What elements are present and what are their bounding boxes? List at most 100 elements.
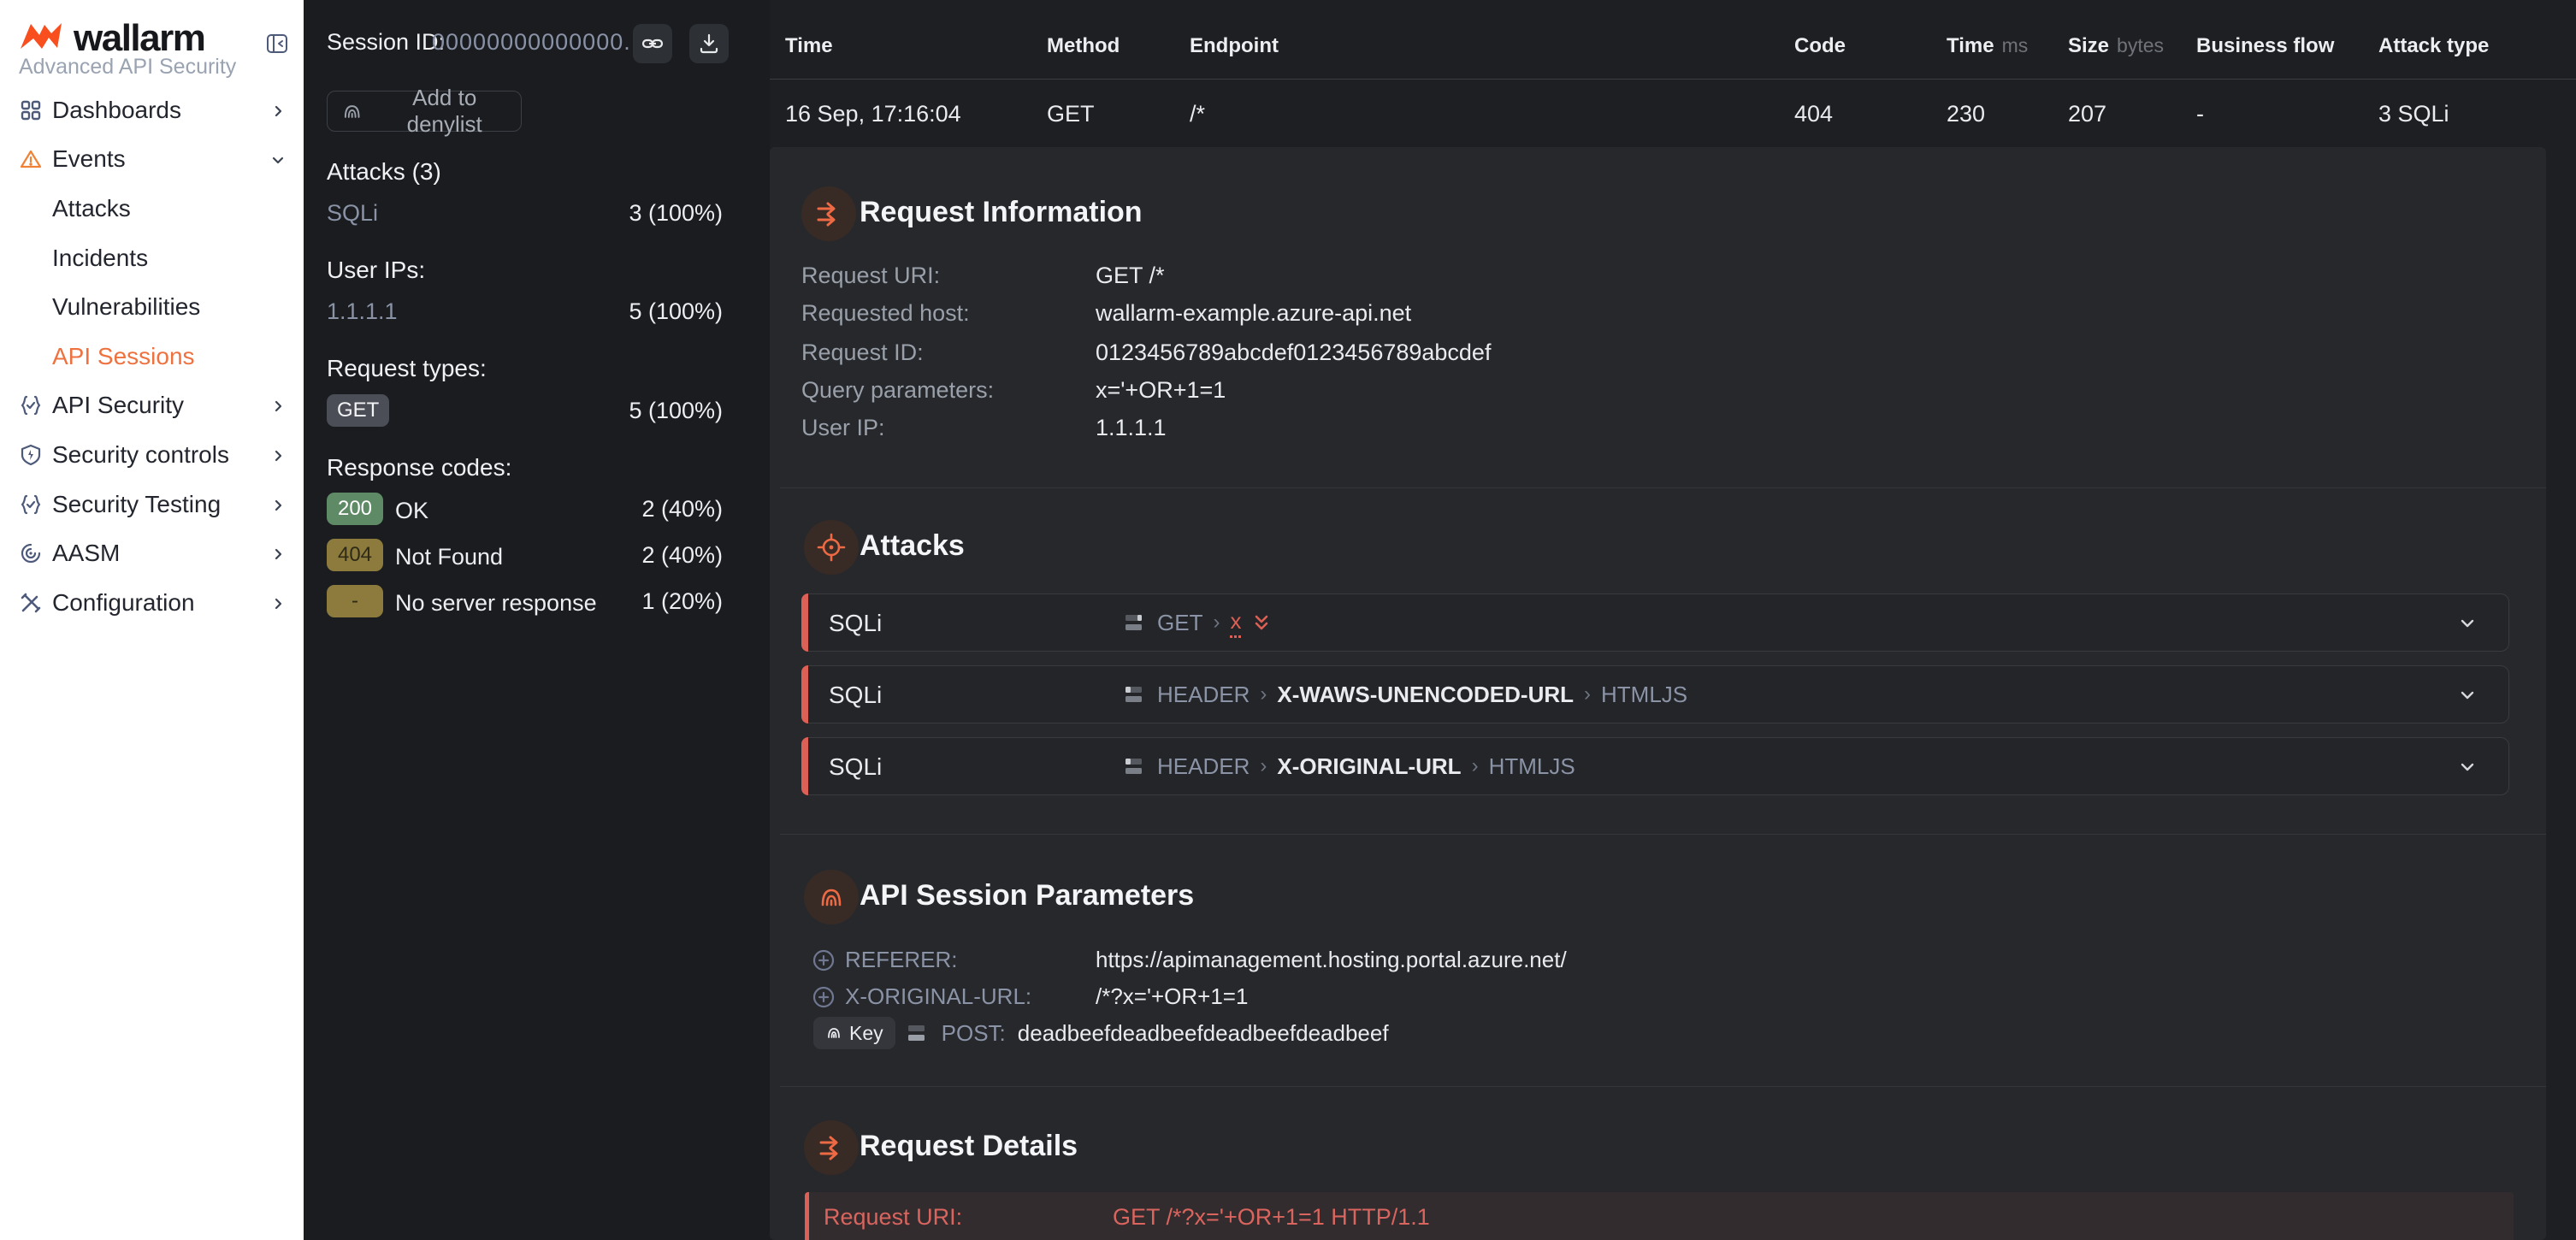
sidebar-item-security-testing[interactable]: Security Testing (0, 486, 304, 523)
response-code-row: - No server response 1 (20%) (327, 585, 723, 619)
cell-business-flow: - (2196, 101, 2204, 127)
field-value: GET /* (1096, 263, 1165, 289)
path-part: HTMLJS (1601, 682, 1687, 708)
payload-location-icon (1125, 612, 1147, 633)
attack-stat-row: SQLi 3 (100%) (327, 197, 723, 231)
sidebar-item-label: Events (52, 145, 126, 173)
sidebar-item-vulnerabilities[interactable]: Vulnerabilities (0, 288, 304, 326)
status-badge-200: 200 (327, 493, 383, 525)
col-code: Code (1794, 34, 1846, 58)
col-attack-type: Attack type (2378, 34, 2489, 58)
session-summary-panel: Session ID: 00000000000000... Add to den… (304, 0, 770, 1240)
plus-circle-icon[interactable] (812, 948, 836, 972)
copy-link-button[interactable] (633, 24, 672, 63)
field-label: Requested host: (801, 300, 970, 327)
path-separator: › (1584, 682, 1591, 706)
radar-icon (20, 542, 42, 564)
requests-main: Time Method Endpoint Code Timems Sizebyt… (770, 0, 2576, 1240)
col-method: Method (1047, 34, 1120, 58)
attack-type-label: SQLi (829, 610, 882, 637)
grid-icon (20, 99, 42, 121)
chevron-down-icon (271, 153, 285, 167)
request-detail-panel: Request Information Request URI: GET /* … (770, 147, 2546, 1240)
col-time: Time (785, 34, 833, 58)
unit-ms: ms (2002, 34, 2029, 57)
expand-chevron-icon[interactable] (2459, 615, 2476, 632)
sidebar-item-label: Dashboards (52, 97, 181, 124)
sidebar-item-api-sessions[interactable]: API Sessions (0, 338, 304, 375)
attack-count: 3 (100%) (629, 200, 723, 227)
param-label: X-ORIGINAL-URL: (845, 983, 1031, 1010)
add-to-denylist-label: Add to denylist (373, 85, 516, 138)
attack-card[interactable]: SQLi HEADER › X-WAWS-UNENCODED-URL › HTM… (801, 665, 2509, 723)
param-label: REFERER: (845, 947, 957, 973)
attack-path: HEADER › X-ORIGINAL-URL › HTMLJS (1125, 738, 1575, 794)
attacks-title: Attacks (860, 529, 965, 563)
request-type-count: 5 (100%) (629, 398, 723, 424)
sidebar-item-security-controls[interactable]: Security controls (0, 436, 304, 474)
key-param-label: POST: (942, 1020, 1006, 1047)
attack-card[interactable]: SQLi GET › x (801, 593, 2509, 652)
plus-circle-icon[interactable] (812, 985, 836, 1009)
session-id-label: Session ID: (327, 29, 445, 56)
status-label: OK (395, 498, 428, 524)
download-button[interactable] (689, 24, 729, 63)
request-uri-label: Request URI: (824, 1204, 962, 1231)
sidebar-item-api-security[interactable]: API Security (0, 387, 304, 424)
table-header-divider (770, 79, 2576, 80)
path-part: HTMLJS (1489, 753, 1575, 780)
expand-chevron-icon[interactable] (2459, 759, 2476, 776)
field-label: User IP: (801, 415, 885, 441)
attack-card[interactable]: SQLi HEADER › X-ORIGINAL-URL › HTMLJS (801, 737, 2509, 795)
braces-check-icon (20, 394, 42, 416)
key-param-value: deadbeefdeadbeefdeadbeefdeadbeef (1018, 1020, 1389, 1047)
double-chevron-down-icon (1251, 612, 1272, 633)
cell-method: GET (1047, 101, 1095, 127)
sidebar-item-events[interactable]: Events (0, 140, 304, 178)
path-separator: › (1472, 754, 1479, 778)
sidebar-collapse-icon[interactable] (264, 31, 290, 56)
sidebar-item-dashboards[interactable]: Dashboards (0, 92, 304, 129)
payload-location-icon (1125, 756, 1147, 776)
sidebar-item-incidents[interactable]: Incidents (0, 239, 304, 277)
col-size: Sizebytes (2068, 34, 2164, 58)
sidebar-item-label: Security Testing (52, 491, 221, 518)
add-to-denylist-button[interactable]: Add to denylist (327, 91, 522, 132)
key-badge: Key (813, 1017, 895, 1049)
attack-type-link[interactable]: SQLi (327, 200, 378, 227)
attack-path: GET › x (1125, 594, 1272, 651)
field-label: Request URI: (801, 263, 940, 289)
payload-location-icon (907, 1023, 930, 1043)
status-badge-none: - (327, 585, 383, 617)
brand-wordmark: wallarm (74, 17, 204, 60)
session-parameters-title: API Session Parameters (860, 879, 1194, 912)
chevron-right-icon (271, 399, 285, 413)
request-details-section-icon (804, 1120, 859, 1175)
status-count: 2 (40%) (641, 496, 723, 523)
sidebar-item-aasm[interactable]: AASM (0, 534, 304, 572)
expand-chevron-icon[interactable] (2459, 687, 2476, 704)
fingerprint-icon (825, 1024, 842, 1042)
sidebar-item-label: Incidents (52, 245, 148, 272)
path-separator: › (1260, 754, 1267, 778)
sidebar-item-attacks[interactable]: Attacks (0, 190, 304, 227)
section-divider (780, 487, 2546, 488)
session-id-value: 00000000000000... (432, 29, 646, 56)
brand-subtitle: Advanced API Security (19, 55, 236, 80)
request-details-title: Request Details (860, 1130, 1078, 1163)
attack-severity-bar (801, 593, 808, 652)
sidebar-item-configuration[interactable]: Configuration (0, 584, 304, 622)
status-label: Not Found (395, 544, 503, 570)
session-key-row: Key POST: deadbeefdeadbeefdeadbeefdeadbe… (813, 1017, 1389, 1049)
path-part: HEADER (1157, 682, 1250, 708)
cell-size: 207 (2068, 101, 2106, 127)
attack-path: HEADER › X-WAWS-UNENCODED-URL › HTMLJS (1125, 666, 1687, 723)
response-codes-heading: Response codes: (327, 454, 511, 481)
field-label: Request ID: (801, 340, 924, 366)
attack-severity-bar (801, 737, 808, 795)
payload-location-icon (1125, 684, 1147, 705)
user-ip-link[interactable]: 1.1.1.1 (327, 298, 398, 325)
malicious-parameter-link[interactable]: x (1230, 608, 1241, 638)
sidebar-item-label: Security controls (52, 441, 229, 469)
status-count: 2 (40%) (641, 542, 723, 569)
